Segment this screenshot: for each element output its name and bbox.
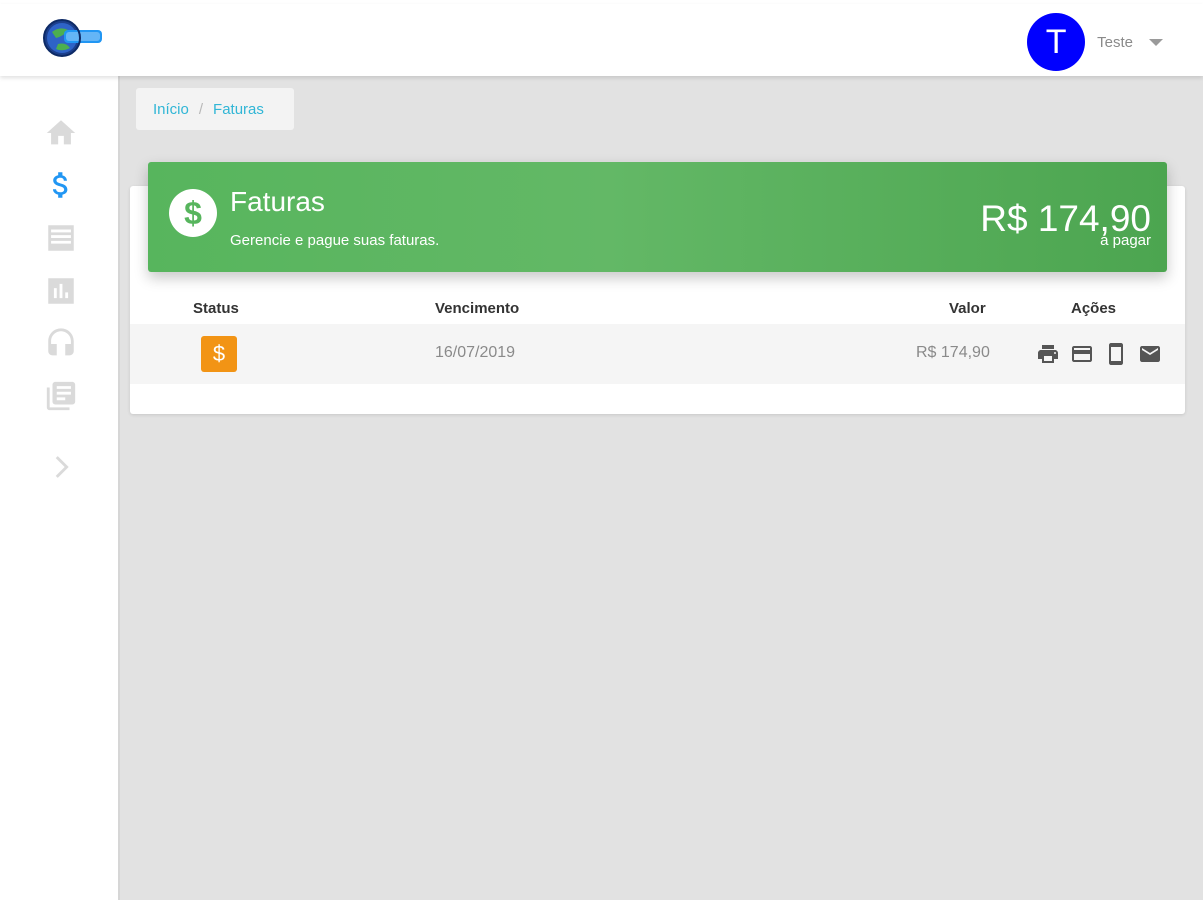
breadcrumb-separator: / xyxy=(198,100,204,118)
banner-title: Faturas xyxy=(230,186,325,217)
chevron-right-icon xyxy=(55,456,69,478)
breadcrumb: Início / Faturas xyxy=(136,88,294,130)
dollar-circle-icon: $ xyxy=(168,188,218,238)
bar-chart-icon xyxy=(48,278,74,304)
invoice-value: R$ 174,90 xyxy=(916,344,990,361)
breadcrumb-current[interactable]: Faturas xyxy=(213,101,264,118)
caret-down-icon[interactable] xyxy=(1149,38,1163,46)
header-actions: Ações xyxy=(1071,300,1117,317)
sidebar-item-billing[interactable] xyxy=(42,166,80,204)
sidebar-item-home[interactable] xyxy=(42,114,80,152)
due-date: 16/07/2019 xyxy=(435,344,516,361)
invoices-banner: $ Faturas Gerencie e pague suas faturas.… xyxy=(148,162,1167,272)
app: T Teste Início / Faturas Status Vencimen… xyxy=(0,0,1203,900)
amount-due-label: a pagar xyxy=(1100,232,1151,249)
sidebar-expand-button[interactable] xyxy=(42,448,80,486)
header-value: Valor xyxy=(949,300,986,317)
headset-icon xyxy=(48,328,74,356)
top-bar: T Teste xyxy=(0,4,1203,76)
status-badge: $ xyxy=(201,336,237,372)
sidebar-item-list[interactable] xyxy=(42,219,80,257)
table-header: Status Vencimento Valor Ações xyxy=(130,300,1185,324)
row-actions xyxy=(1035,340,1163,368)
sidebar-item-support[interactable] xyxy=(42,325,80,363)
library-books-icon xyxy=(46,381,76,411)
main-content: Início / Faturas Status Vencimento Valor… xyxy=(120,76,1203,900)
breadcrumb-home[interactable]: Início xyxy=(153,101,189,118)
dollar-icon xyxy=(52,172,68,198)
list-icon xyxy=(48,225,74,251)
svg-text:$: $ xyxy=(184,195,202,231)
table-row[interactable]: $ 16/07/2019 R$ 174,90 xyxy=(130,324,1185,384)
email-icon[interactable] xyxy=(1137,340,1163,368)
print-icon[interactable] xyxy=(1035,340,1061,368)
home-icon xyxy=(46,120,76,145)
sidebar-item-documents[interactable] xyxy=(42,377,80,415)
credit-card-icon[interactable] xyxy=(1069,340,1095,368)
avatar[interactable]: T xyxy=(1027,13,1086,71)
sidebar-item-reports[interactable] xyxy=(42,272,80,310)
sidebar xyxy=(0,76,120,900)
user-name[interactable]: Teste xyxy=(1097,34,1133,51)
user-menu[interactable]: T Teste xyxy=(1027,13,1163,71)
company-logo[interactable] xyxy=(40,16,106,60)
header-status: Status xyxy=(193,300,239,317)
smartphone-icon[interactable] xyxy=(1103,340,1129,368)
header-due-date: Vencimento xyxy=(435,300,520,317)
banner-subtitle: Gerencie e pague suas faturas. xyxy=(230,232,440,249)
